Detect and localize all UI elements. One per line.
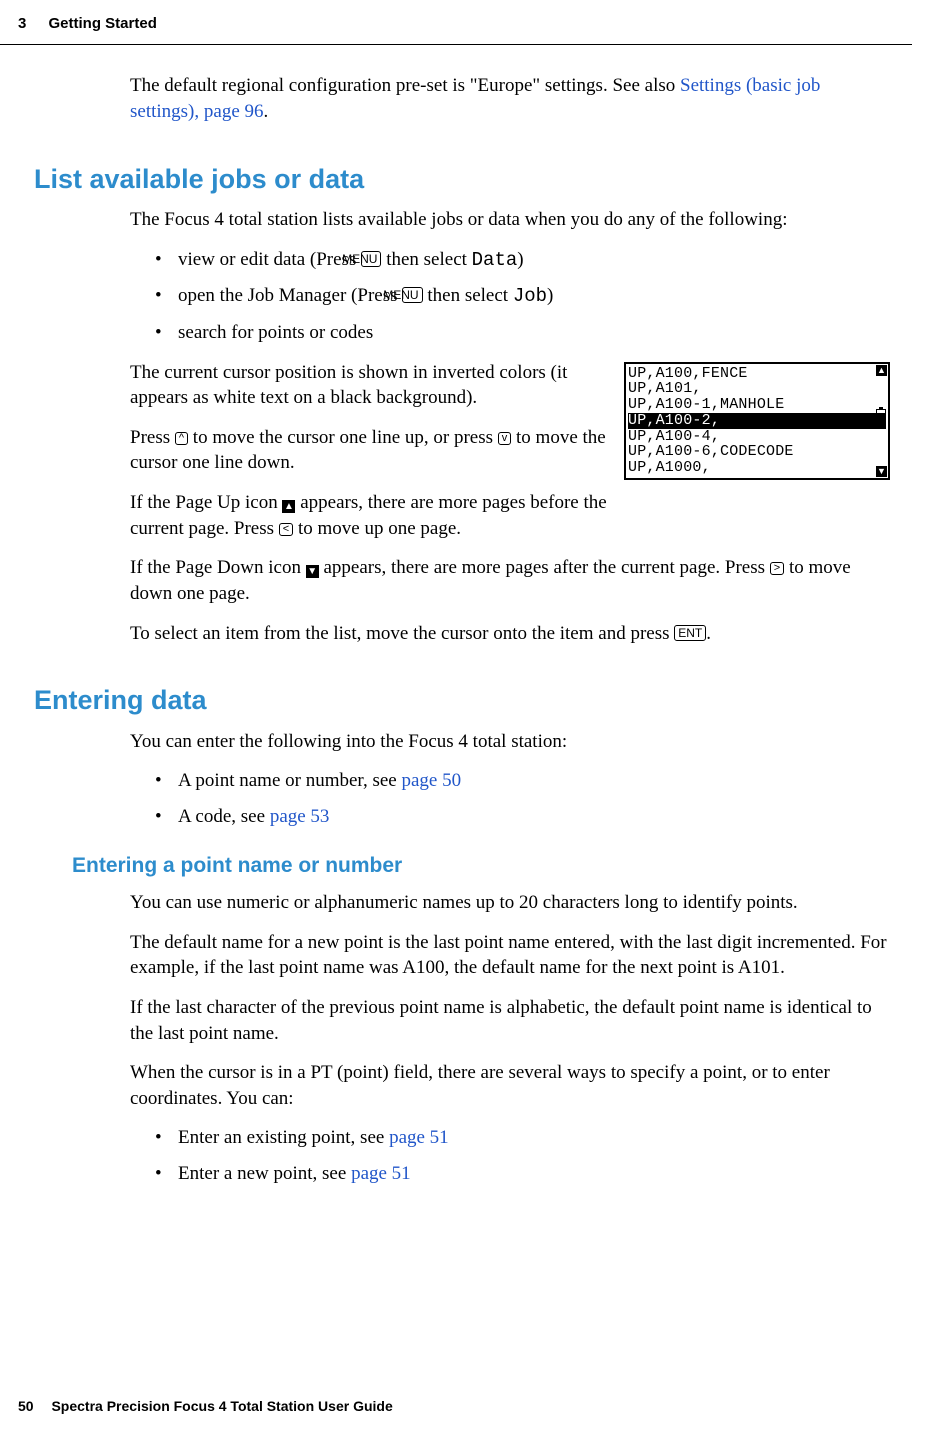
lcd-sidebar: ▲ ▼ <box>875 365 887 477</box>
page-up-icon: ▲ <box>876 365 887 376</box>
page-content: The default regional configuration pre-s… <box>0 45 930 1187</box>
sec2-list: A point name or number, see page 50 A co… <box>130 768 890 829</box>
link-page-50[interactable]: page 50 <box>402 770 462 791</box>
link-page-53[interactable]: page 53 <box>270 806 330 827</box>
key-right: > <box>770 562 784 575</box>
list-item: open the Job Manager (Press MENU then se… <box>130 283 890 310</box>
key-ent: ENT <box>674 625 706 641</box>
list-item: Enter a new point, see page 51 <box>130 1161 890 1187</box>
lcd-row: UP,A100-6,CODECODE <box>628 444 886 460</box>
sec1-p1: The Focus 4 total station lists availabl… <box>130 207 890 233</box>
key-up: ^ <box>175 432 188 445</box>
list-item: search for points or codes <box>130 320 890 346</box>
sec3-p4: When the cursor is in a PT (point) field… <box>130 1060 890 1111</box>
sec1-p2: The current cursor position is shown in … <box>130 360 610 411</box>
sec3-list: Enter an existing point, see page 51 Ent… <box>130 1125 890 1186</box>
page-number: 50 <box>18 1398 34 1414</box>
list-item: A point name or number, see page 50 <box>130 768 890 794</box>
key-left: < <box>279 523 293 536</box>
lcd-row: UP,A100-4, <box>628 429 886 445</box>
page-down-icon: ▼ <box>876 466 887 477</box>
link-page-51b[interactable]: page 51 <box>351 1163 411 1184</box>
chapter-number: 3 <box>18 15 26 32</box>
sec2-p1: You can enter the following into the Foc… <box>130 729 890 755</box>
lcd-row: UP,A100-1,MANHOLE <box>628 397 886 413</box>
sec1-p3: Press ^ to move the cursor one line up, … <box>130 425 610 476</box>
sec3-p2: The default name for a new point is the … <box>130 930 890 981</box>
chapter-title: Getting Started <box>49 15 157 32</box>
lcd-row: UP,A101, <box>628 381 886 397</box>
key-down: v <box>498 432 512 445</box>
lcd-row: UP,A100,FENCE <box>628 366 886 382</box>
battery-icon <box>876 409 886 429</box>
page-up-icon: ▲ <box>282 500 295 513</box>
key-menu: MENU <box>402 287 422 303</box>
heading-entering-point-name: Entering a point name or number <box>72 852 890 880</box>
page-header: 3 Getting Started <box>0 0 912 45</box>
footer-title: Spectra Precision Focus 4 Total Station … <box>51 1398 392 1414</box>
page-down-icon: ▼ <box>306 565 319 578</box>
sec1-p4: If the Page Up icon ▲ appears, there are… <box>130 490 610 541</box>
sec1-p5: If the Page Down icon ▼ appears, there a… <box>130 555 890 606</box>
list-item: view or edit data (Press MENU then selec… <box>130 247 890 274</box>
intro-paragraph: The default regional configuration pre-s… <box>130 73 890 124</box>
select-data: Data <box>472 249 518 271</box>
list-item: Enter an existing point, see page 51 <box>130 1125 890 1151</box>
key-menu: MENU <box>361 251 381 267</box>
lcd-row-selected: UP,A100-2, <box>628 413 886 429</box>
sec1-p6: To select an item from the list, move th… <box>130 621 890 647</box>
page-footer: 50 Spectra Precision Focus 4 Total Stati… <box>18 1397 393 1416</box>
select-job: Job <box>513 285 547 307</box>
sec3-p1: You can use numeric or alphanumeric name… <box>130 890 890 916</box>
heading-list-jobs: List available jobs or data <box>34 161 890 197</box>
sec3-p3: If the last character of the previous po… <box>130 995 890 1046</box>
list-item: A code, see page 53 <box>130 804 890 830</box>
lcd-row: UP,A1000, <box>628 460 886 476</box>
link-page-51a[interactable]: page 51 <box>389 1127 449 1148</box>
heading-entering-data: Entering data <box>34 682 890 718</box>
sec1-list: view or edit data (Press MENU then selec… <box>130 247 890 346</box>
lcd-screenshot: UP,A100,FENCE UP,A101, UP,A100-1,MANHOLE… <box>624 362 890 480</box>
